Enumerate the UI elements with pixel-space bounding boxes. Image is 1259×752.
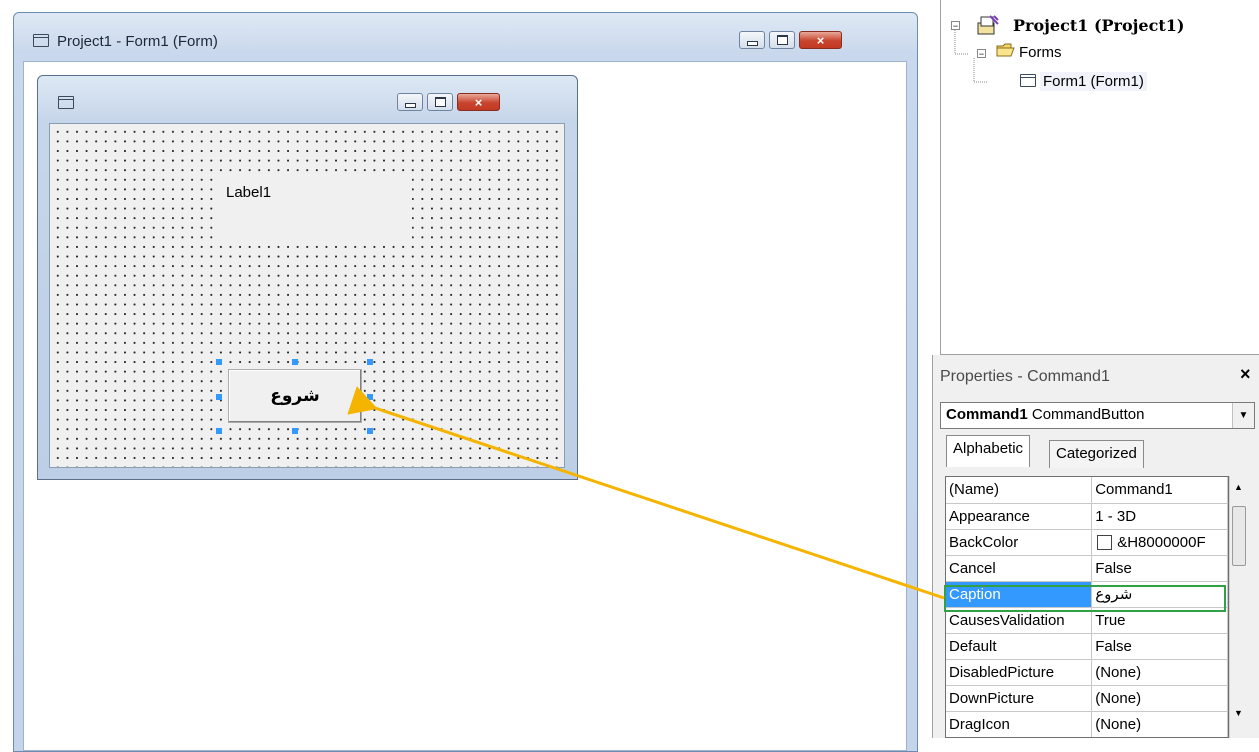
dropdown-arrow-icon[interactable]: ▼ <box>1232 403 1254 428</box>
label1-control[interactable]: Label1 <box>216 172 412 240</box>
minimize-button[interactable] <box>739 31 765 49</box>
scroll-up-icon[interactable]: ▲ <box>1234 482 1243 492</box>
property-value[interactable]: (None) <box>1091 685 1228 712</box>
property-row[interactable]: DisabledPicture (None) <box>946 659 1228 686</box>
resize-handle[interactable] <box>216 428 222 434</box>
form1-maximize-button[interactable] <box>427 93 453 111</box>
property-name: DisabledPicture <box>946 659 1093 686</box>
form-window-icon <box>33 34 49 47</box>
property-row[interactable]: BackColor &H8000000F <box>946 529 1228 556</box>
command1-button[interactable]: شروع <box>228 369 362 423</box>
close-icon: × <box>474 94 483 110</box>
maximize-icon <box>776 35 788 45</box>
tab-alphabetic[interactable]: Alphabetic <box>946 435 1031 467</box>
property-name: BackColor <box>946 529 1093 556</box>
properties-title: Properties - Command1 <box>940 368 1110 385</box>
property-name: DragIcon <box>946 711 1093 737</box>
property-value[interactable]: False <box>1091 633 1228 660</box>
designer-window-title: Project1 - Form1 (Form) <box>33 33 218 50</box>
property-value[interactable]: (None) <box>1091 711 1228 737</box>
resize-handle[interactable] <box>216 359 222 365</box>
minimize-icon <box>746 40 758 46</box>
caption-highlight-box <box>944 585 1226 612</box>
scrollbar-thumb[interactable] <box>1232 506 1246 566</box>
form1-close-button[interactable]: × <box>457 93 500 111</box>
property-value[interactable]: (None) <box>1091 659 1228 686</box>
property-name: Appearance <box>946 503 1093 530</box>
property-value[interactable]: Command1 <box>1091 477 1228 504</box>
object-selector-dropdown[interactable]: Command1 CommandButton ▼ <box>940 402 1255 429</box>
project-root-node[interactable]: Project1 (Project1) <box>1013 16 1184 35</box>
object-name: Command1 <box>946 406 1028 423</box>
property-name: Cancel <box>946 555 1093 582</box>
resize-handle[interactable] <box>367 428 373 434</box>
designer-caption-buttons: × <box>739 31 842 49</box>
folder-icon <box>996 43 1015 57</box>
form1-window-icon <box>58 95 82 111</box>
project-icon <box>977 15 999 35</box>
property-row[interactable]: Cancel False <box>946 555 1228 582</box>
designer-title-text: Project1 - Form1 (Form) <box>57 33 218 50</box>
property-row[interactable]: Appearance 1 - 3D <box>946 503 1228 530</box>
close-icon: × <box>816 32 825 48</box>
color-swatch-icon <box>1097 535 1113 551</box>
property-row[interactable]: (Name) Command1 <box>946 477 1228 504</box>
property-name: (Name) <box>946 477 1093 504</box>
property-name: Default <box>946 633 1093 660</box>
resize-handle[interactable] <box>367 394 373 400</box>
close-button[interactable]: × <box>799 31 842 49</box>
property-row[interactable]: DownPicture (None) <box>946 685 1228 712</box>
tab-categorized[interactable]: Categorized <box>1049 440 1144 468</box>
form1-tree-item[interactable]: Form1 (Form1) <box>1040 72 1147 91</box>
resize-handle[interactable] <box>367 359 373 365</box>
minimize-icon <box>404 102 416 108</box>
maximize-icon <box>434 97 446 107</box>
form1-caption-buttons: × <box>397 93 500 111</box>
collapse-project-toggle[interactable]: − <box>951 21 960 31</box>
object-type: CommandButton <box>1031 406 1145 423</box>
form1-minimize-button[interactable] <box>397 93 423 111</box>
property-value[interactable]: 1 - 3D <box>1091 503 1228 530</box>
property-row[interactable]: DragIcon (None) <box>946 711 1228 737</box>
collapse-forms-toggle[interactable]: − <box>977 49 986 59</box>
resize-handle[interactable] <box>292 428 298 434</box>
property-name: DownPicture <box>946 685 1093 712</box>
scroll-down-icon[interactable]: ▼ <box>1234 708 1243 718</box>
property-value-backcolor[interactable]: &H8000000F <box>1091 529 1228 556</box>
property-grid-scrollbar[interactable]: ▲ ▼ <box>1229 476 1248 738</box>
resize-handle[interactable] <box>216 394 222 400</box>
property-value[interactable]: False <box>1091 555 1228 582</box>
maximize-button[interactable] <box>769 31 795 49</box>
resize-handle[interactable] <box>292 359 298 365</box>
backcolor-value: &H8000000F <box>1117 533 1206 551</box>
properties-close-button[interactable]: × <box>1240 364 1251 385</box>
property-row[interactable]: Default False <box>946 633 1228 660</box>
forms-folder-node[interactable]: Forms <box>1019 44 1062 61</box>
